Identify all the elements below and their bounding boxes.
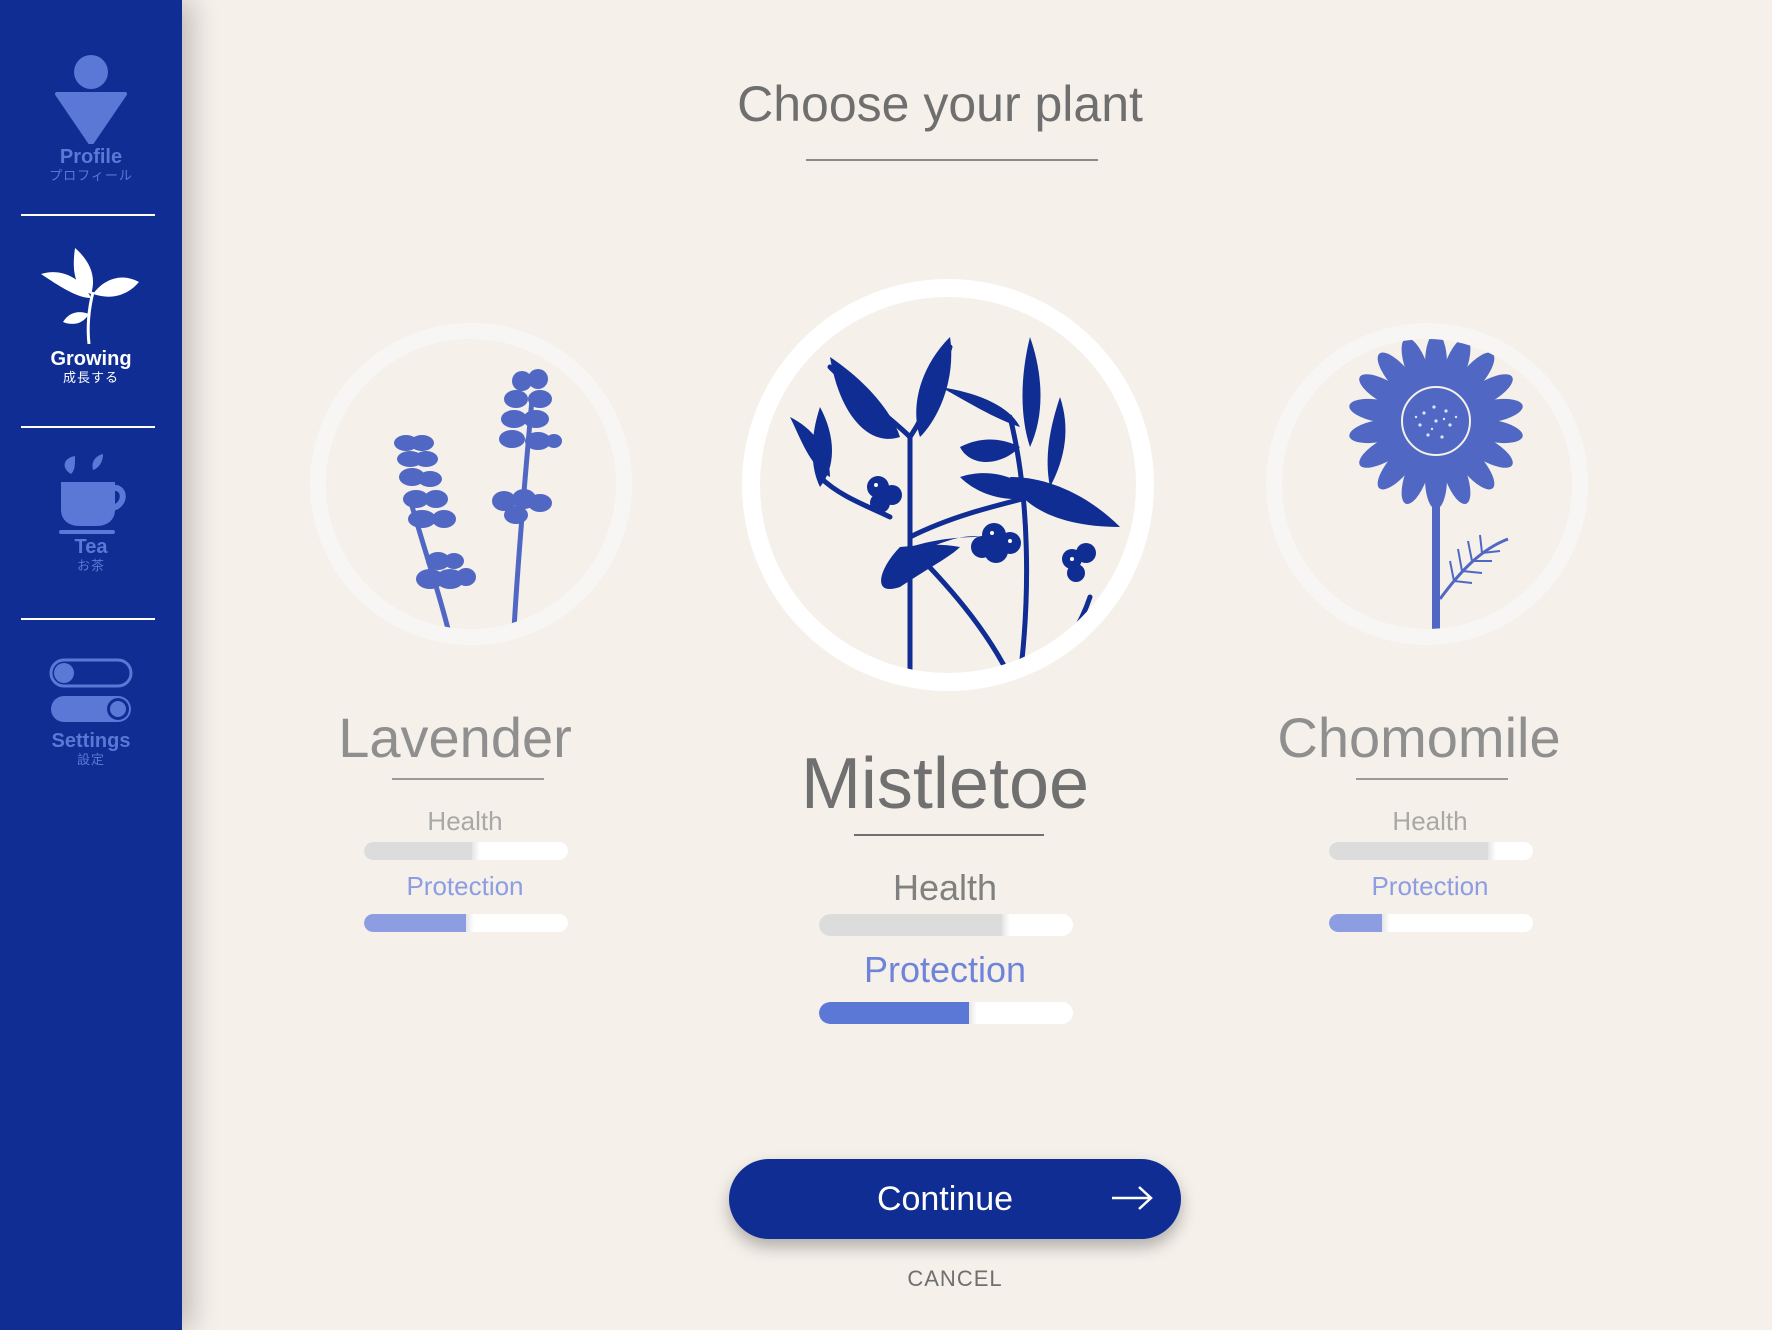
health-label: Health xyxy=(892,867,998,908)
tea-cup-icon xyxy=(59,454,126,534)
health-bar xyxy=(819,914,1073,936)
health-bar xyxy=(1329,842,1533,860)
cancel-button[interactable]: CANCEL xyxy=(855,1266,1055,1292)
protection-label: Protection xyxy=(406,871,524,901)
sidebar-item-label: Settings xyxy=(51,730,131,752)
health-label: Health xyxy=(1392,806,1468,836)
health-label: Health xyxy=(427,806,503,836)
sidebar-item-label: Tea xyxy=(74,536,108,558)
title-divider xyxy=(806,159,1098,161)
sidebar-item-sublabel: プロフィール xyxy=(49,168,133,183)
sidebar-item-label: Growing xyxy=(50,348,132,370)
profile-icon xyxy=(55,55,127,144)
sidebar-item-growing[interactable]: Growing 成長する xyxy=(0,246,182,386)
sprout-icon xyxy=(41,248,139,345)
plant-name-divider xyxy=(392,778,544,780)
health-bar-fill xyxy=(364,842,481,860)
health-bar-fill xyxy=(1329,842,1497,860)
arrow-right-icon xyxy=(1112,1186,1153,1210)
chamomile-petals xyxy=(1349,339,1523,509)
plant-image-frame xyxy=(1266,323,1588,645)
toggle-settings-icon xyxy=(49,658,133,722)
protection-label: Protection xyxy=(863,949,1027,990)
sidebar-item-settings[interactable]: Settings 設定 xyxy=(0,658,182,768)
plant-name-divider xyxy=(1356,778,1508,780)
sidebar-item-tea[interactable]: Tea お茶 xyxy=(0,454,182,574)
plant-name: Lavender xyxy=(338,706,572,769)
sidebar-divider xyxy=(21,426,155,428)
protection-bar-fill xyxy=(1329,914,1391,932)
protection-label: Protection xyxy=(1371,871,1489,901)
continue-button-label: Continue xyxy=(876,1180,1014,1218)
sidebar-divider xyxy=(21,618,155,620)
sidebar-item-sublabel: 設定 xyxy=(76,752,105,767)
protection-bar-fill xyxy=(364,914,474,932)
sidebar-item-sublabel: お茶 xyxy=(76,558,105,573)
plant-name: Chomomile xyxy=(1277,706,1561,769)
protection-bar xyxy=(364,914,568,932)
chamomile-illustration-icon xyxy=(1349,339,1523,629)
protection-bar xyxy=(1329,914,1533,932)
page-title: Choose your plant xyxy=(737,76,1143,132)
plant-image-frame-selected xyxy=(742,279,1154,691)
mistletoe-illustration-icon xyxy=(790,337,1120,673)
continue-button[interactable]: Continue xyxy=(729,1159,1181,1239)
sidebar-item-profile[interactable]: Profile プロフィール xyxy=(0,54,182,184)
plant-name-selected: Mistletoe xyxy=(800,744,1090,824)
protection-bar xyxy=(819,1002,1073,1024)
plant-image-frame xyxy=(310,323,632,645)
protection-bar-fill xyxy=(819,1002,977,1024)
health-bar xyxy=(364,842,568,860)
sidebar-item-label: Profile xyxy=(59,146,123,168)
sidebar-item-sublabel: 成長する xyxy=(62,370,119,385)
sidebar: Profile プロフィール Growing 成長する Tea お茶 Setti… xyxy=(0,0,182,1330)
lavender-left-spike xyxy=(394,435,476,589)
health-bar-fill xyxy=(819,914,1010,936)
sidebar-divider xyxy=(21,214,155,216)
lavender-illustration-icon xyxy=(394,369,562,629)
plant-name-divider xyxy=(854,834,1044,836)
